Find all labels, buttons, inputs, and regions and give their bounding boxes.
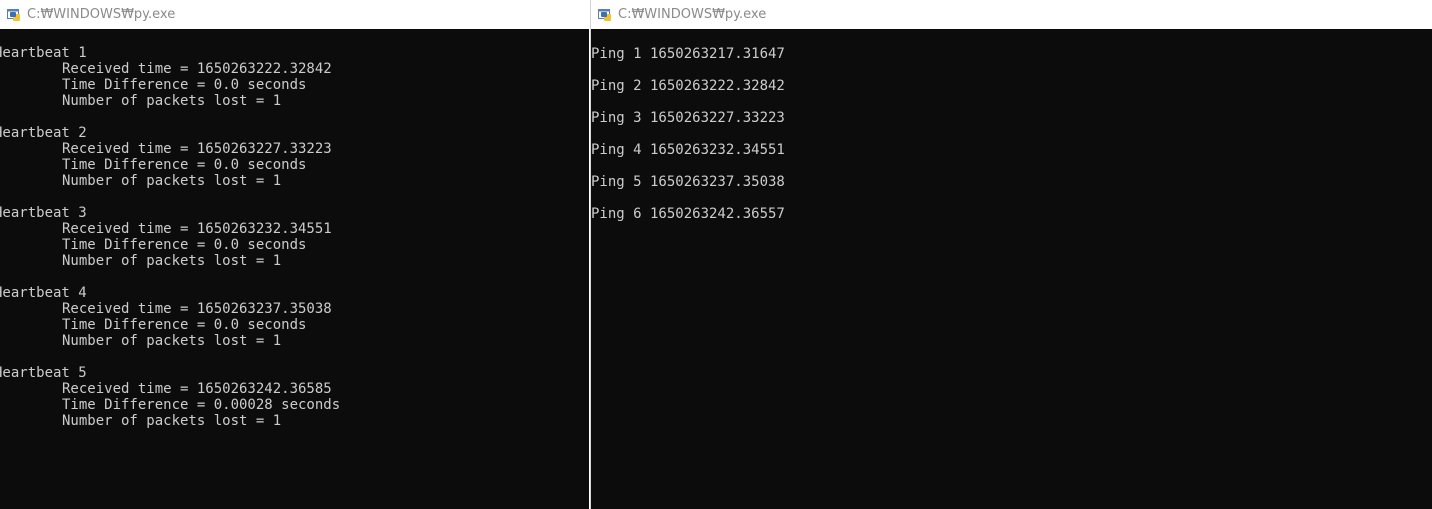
ping-line: Ping 5 1650263237.35038 xyxy=(591,174,785,190)
received-time-line: Received time = 1650263227.33223 xyxy=(62,141,332,157)
time-difference-line: Time Difference = 0.0 seconds xyxy=(62,157,307,173)
packets-lost-line: Number of packets lost = 1 xyxy=(62,413,282,429)
left-window-title: C:₩WINDOWS₩py.exe xyxy=(27,7,176,22)
right-console-output: Ping 1 1650263217.31647 Ping 2 1650263222… xyxy=(591,29,1432,222)
heartbeat-title: Heartbeat 5 xyxy=(0,365,87,381)
right-window-title: C:₩WINDOWS₩py.exe xyxy=(618,7,767,22)
packets-lost-line: Number of packets lost = 1 xyxy=(62,333,282,349)
packets-lost-line: Number of packets lost = 1 xyxy=(62,173,282,189)
heartbeat-title: Heartbeat 1 xyxy=(0,45,87,61)
heartbeat-block: Heartbeat 2 Received time = 1650263227.33… xyxy=(0,125,589,205)
packets-lost-line: Number of packets lost = 1 xyxy=(62,253,282,269)
ping-line: Ping 4 1650263232.34551 xyxy=(591,142,785,158)
ping-line: Ping 2 1650263222.32842 xyxy=(591,78,785,94)
left-console-output: Heartbeat 1 Received time = 1650263222.32… xyxy=(0,29,589,445)
left-console-window[interactable]: C:₩WINDOWS₩py.exe Heartbeat 1 Received ti… xyxy=(0,0,589,509)
received-time-line: Received time = 1650263242.36585 xyxy=(62,381,332,397)
heartbeat-title: Heartbeat 2 xyxy=(0,125,87,141)
python-launcher-icon xyxy=(7,8,21,22)
received-time-line: Received time = 1650263237.35038 xyxy=(62,301,332,317)
time-difference-line: Time Difference = 0.0 seconds xyxy=(62,317,307,333)
ping-line: Ping 1 1650263217.31647 xyxy=(591,46,785,62)
heartbeat-block: Heartbeat 4 Received time = 1650263237.35… xyxy=(0,285,589,365)
heartbeat-block: Heartbeat 1 Received time = 1650263222.32… xyxy=(0,45,589,125)
heartbeat-title: Heartbeat 3 xyxy=(0,205,87,221)
received-time-line: Received time = 1650263222.32842 xyxy=(62,61,332,77)
ping-line: Ping 6 1650263242.36557 xyxy=(591,206,785,222)
right-window-titlebar[interactable]: C:₩WINDOWS₩py.exe xyxy=(591,0,1432,29)
left-window-titlebar[interactable]: C:₩WINDOWS₩py.exe xyxy=(0,0,589,29)
packets-lost-line: Number of packets lost = 1 xyxy=(62,93,282,109)
time-difference-line: Time Difference = 0.0 seconds xyxy=(62,77,307,93)
time-difference-line: Time Difference = 0.0 seconds xyxy=(62,237,307,253)
ping-line: Ping 3 1650263227.33223 xyxy=(591,110,785,126)
heartbeat-block: Heartbeat 3 Received time = 1650263232.34… xyxy=(0,205,589,285)
heartbeat-block: Heartbeat 5 Received time = 1650263242.36… xyxy=(0,365,589,445)
python-launcher-icon xyxy=(598,8,612,22)
heartbeat-title: Heartbeat 4 xyxy=(0,285,87,301)
received-time-line: Received time = 1650263232.34551 xyxy=(62,221,332,237)
time-difference-line: Time Difference = 0.00028 seconds xyxy=(62,397,341,413)
right-console-window[interactable]: C:₩WINDOWS₩py.exe Ping 1 1650263217.3164… xyxy=(590,0,1432,509)
